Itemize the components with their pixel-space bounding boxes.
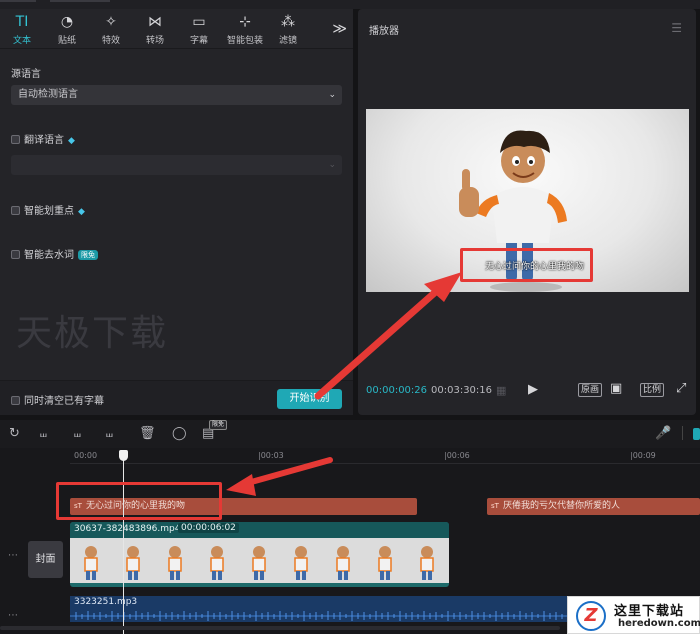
site-logo-url: heredown.com [618,618,700,629]
site-logo-title: 这里下载站 [614,604,685,619]
video-editor-app: TI 文本 ◔ 贴纸 ✧ 特效 ⋈ 转场 ▭ 字幕 ⊹ 智能包装 ⁂ 滤镜 ≫ … [0,0,700,634]
site-logo-mark: Z [576,601,606,631]
timeline-scrollbar[interactable] [0,626,560,630]
site-logo: Z 这里下载站 heredown.com [567,596,700,634]
annotation-arrows [226,272,462,496]
